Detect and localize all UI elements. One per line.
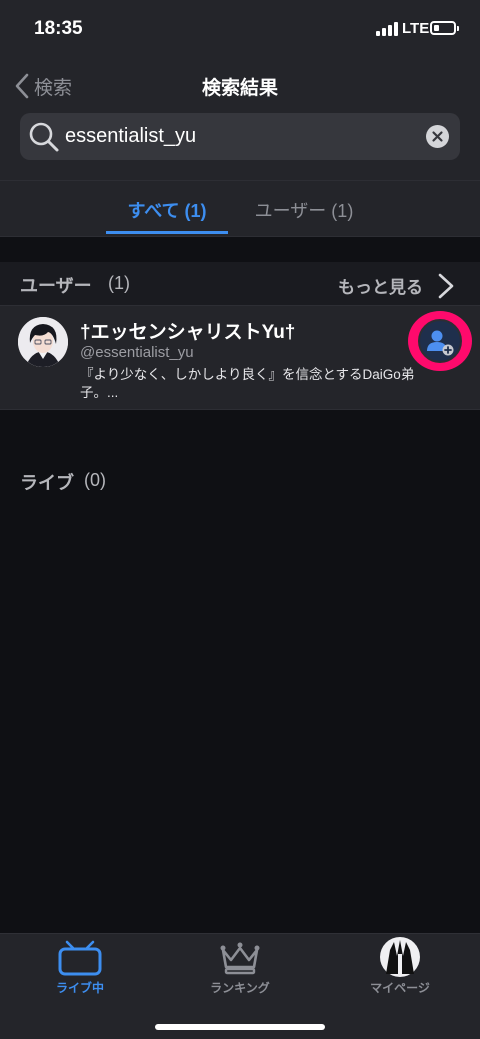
chevron-right-icon[interactable] [436, 272, 456, 300]
signal-icon [376, 22, 398, 36]
status-bar: 18:35 LTE [0, 0, 480, 60]
network-type: LTE [402, 20, 430, 37]
tabbar-label-live: ライブ中 [55, 981, 104, 995]
tabbar-label-mypage: マイページ [370, 981, 430, 995]
clear-search-icon[interactable] [426, 125, 449, 148]
user-bio: 『より少なく、しかしより良く』を信念とするDaiGo弟子。... [80, 367, 415, 400]
result-tabs: すべて (1) ユーザー (1) [0, 180, 480, 237]
add-user-icon [427, 330, 454, 356]
search-box[interactable] [20, 113, 460, 160]
user-avatar[interactable] [18, 317, 68, 367]
bottom-tab-bar: ライブ中 ランキング マイページ [0, 933, 480, 1039]
profile-avatar-icon [380, 937, 420, 977]
search-input[interactable] [65, 113, 415, 160]
navigation-bar: 検索 検索結果 [0, 60, 480, 110]
follow-button[interactable] [408, 311, 472, 371]
search-icon [29, 122, 59, 152]
user-handle: @essentialist_yu [80, 344, 194, 361]
tab-all[interactable]: すべて (1) [106, 197, 228, 223]
user-result-row[interactable]: †エッセンシャリストYu† @essentialist_yu 『より少なく、しか… [0, 305, 480, 410]
tab-users[interactable]: ユーザー (1) [245, 197, 363, 223]
users-section-header: ユーザー (1) もっと見る [0, 262, 480, 305]
tv-icon [58, 940, 102, 976]
user-display-name: †エッセンシャリストYu† [80, 322, 296, 343]
search-area [0, 110, 480, 180]
page-title: 検索結果 [201, 78, 278, 99]
home-indicator [155, 1024, 325, 1030]
live-section-title: ライブ [20, 473, 74, 493]
tabbar-item-live[interactable]: ライブ中 [0, 934, 160, 1004]
tabbar-label-ranking: ランキング [210, 981, 270, 995]
users-section-count: (1) [108, 273, 130, 293]
users-section-title: ユーザー [20, 276, 92, 296]
battery-icon [430, 21, 459, 35]
tabbar-item-mypage[interactable]: マイページ [320, 934, 480, 1004]
see-more-link[interactable]: もっと見る [338, 273, 423, 298]
follow-circle [418, 319, 462, 363]
status-time: 18:35 [34, 18, 83, 39]
selected-tab-indicator [106, 231, 228, 234]
crown-icon [220, 942, 260, 975]
tabbar-item-ranking[interactable]: ランキング [160, 934, 320, 1004]
live-section-count: (0) [84, 470, 106, 490]
